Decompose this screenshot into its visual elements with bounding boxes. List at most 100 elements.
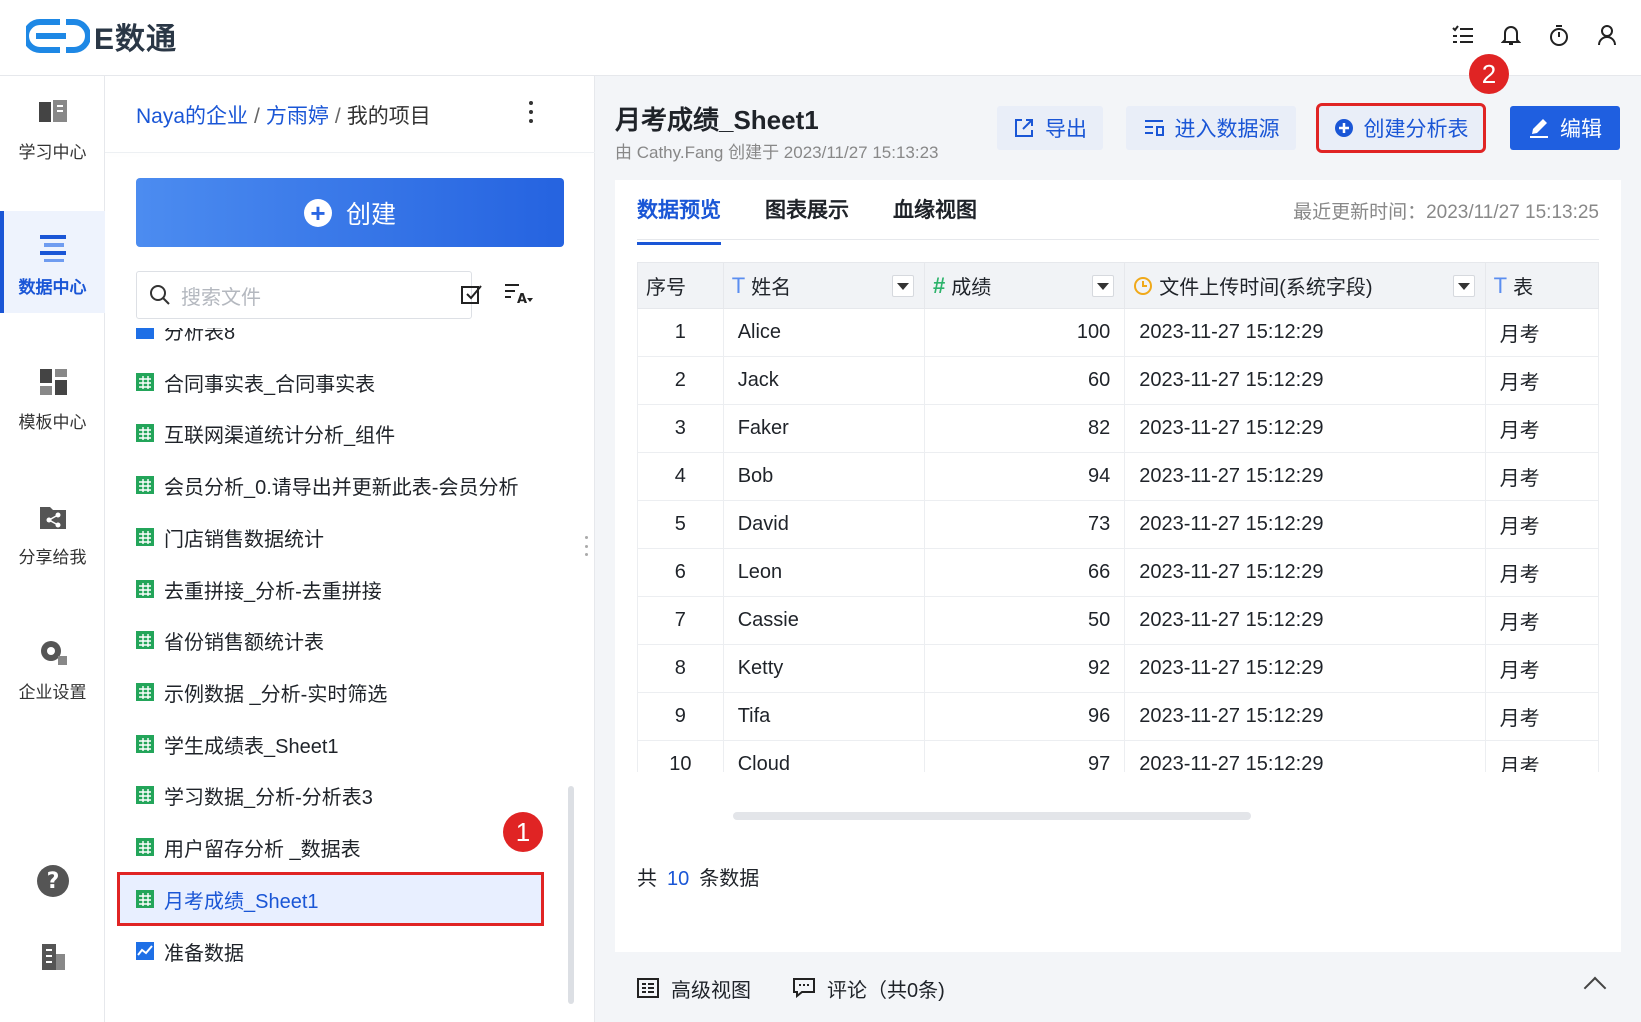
resize-handle[interactable] <box>585 536 589 556</box>
enter-datasource-button[interactable]: 进入数据源 <box>1126 106 1296 150</box>
sort-icon[interactable]: A <box>503 281 533 307</box>
step-badge-1: 1 <box>503 812 543 852</box>
file-item[interactable]: 省份销售额统计表 <box>136 616 324 664</box>
svg-text:A: A <box>517 292 527 307</box>
export-label: 导出 <box>1045 118 1087 141</box>
file-item-selected[interactable]: 月考成绩_Sheet1 <box>117 872 544 926</box>
nav-label: 学习中心 <box>18 143 87 162</box>
nav-enterprise-settings[interactable]: 企业设置 <box>0 616 105 718</box>
svg-text:?: ? <box>46 869 59 894</box>
comment-icon <box>793 978 815 998</box>
nav-template-center[interactable]: 模板中心 <box>0 346 105 448</box>
spreadsheet-icon <box>136 528 154 546</box>
timer-icon[interactable] <box>1547 22 1571 48</box>
file-item[interactable]: 合同事实表_合同事实表 <box>136 358 375 406</box>
tab-data-preview[interactable]: 数据预览 <box>637 194 721 245</box>
export-button[interactable]: 导出 <box>997 106 1103 150</box>
spreadsheet-icon <box>136 735 154 753</box>
building-button[interactable] <box>0 942 105 977</box>
bell-icon[interactable] <box>1499 22 1523 48</box>
spreadsheet-icon <box>136 890 154 908</box>
create-analysis-label: 创建分析表 <box>1363 118 1469 141</box>
file-item[interactable]: 用户留存分析 _数据表 <box>136 823 361 871</box>
edit-button[interactable]: 编辑 <box>1510 106 1620 150</box>
clock-icon <box>1134 276 1153 295</box>
create-analysis-button[interactable]: 创建分析表 <box>1316 103 1486 153</box>
advanced-view-icon <box>637 978 659 998</box>
file-name: 去重拼接_分析-去重拼接 <box>164 580 382 603</box>
search-icon <box>150 285 170 305</box>
more-options-icon[interactable] <box>525 98 537 126</box>
page-subtitle: 由 Cathy.Fang 创建于 2023/11/27 15:13:23 <box>615 143 939 162</box>
top-bar: E数通 <box>0 0 1641 76</box>
text-type-icon: T <box>1493 272 1508 298</box>
footer-bar: 高级视图 评论（共0条) <box>615 954 1621 1022</box>
spreadsheet-icon <box>136 476 154 494</box>
number-type-icon: # <box>933 272 946 298</box>
search-input[interactable]: 搜索文件 <box>136 271 472 319</box>
nav-shared-with-me[interactable]: 分享给我 <box>0 481 105 583</box>
nav-label: 模板中心 <box>18 413 87 432</box>
share-icon <box>39 507 66 529</box>
nav-label: 企业设置 <box>18 683 87 702</box>
add-circle-icon <box>1334 119 1353 137</box>
file-item[interactable]: 示例数据 _分析-实时筛选 <box>136 668 387 716</box>
logo-icon <box>26 19 90 53</box>
file-item[interactable]: 学习数据_分析-分析表3 <box>136 771 373 819</box>
chevron-up-icon[interactable] <box>1583 976 1607 1000</box>
nav-learning-center[interactable]: 学习中心 <box>0 76 105 178</box>
file-name: 学生成绩表_Sheet1 <box>164 735 339 758</box>
file-list: 分析表8 合同事实表_合同事实表 互联网渠道统计分析_组件 会员分析_0.请导出… <box>105 328 575 1022</box>
file-item[interactable]: 分析表8 <box>136 328 235 354</box>
dropdown-icon[interactable] <box>1452 275 1475 297</box>
left-nav: 学习中心 数据中心 模板中心 分享给我 企业设置 ? <box>0 76 105 1022</box>
table-row: 3 Faker 82 2023-11-27 15:12:29 月考 <box>637 404 1599 453</box>
file-list-scrollbar[interactable] <box>568 786 574 1004</box>
file-name: 用户留存分析 _数据表 <box>164 838 361 861</box>
main-content: 月考成绩_Sheet1 由 Cathy.Fang 创建于 2023/11/27 … <box>595 54 1641 1022</box>
search-placeholder: 搜索文件 <box>181 286 261 309</box>
advanced-view-button[interactable]: 高级视图 <box>637 974 751 1003</box>
file-item[interactable]: 门店销售数据统计 <box>136 513 324 561</box>
file-name: 门店销售数据统计 <box>164 528 324 551</box>
table-row: 4 Bob 94 2023-11-27 15:12:29 月考 <box>637 452 1599 501</box>
book-icon <box>38 100 67 122</box>
logo[interactable]: E数通 <box>26 14 177 58</box>
breadcrumb: Naya的企业 / 方雨婷 / 我的项目 <box>136 100 431 130</box>
table-horizontal-scrollbar[interactable] <box>733 812 1251 820</box>
file-name: 学习数据_分析-分析表3 <box>164 786 373 809</box>
batch-select-icon[interactable] <box>459 281 485 307</box>
col-header-upload-time[interactable]: 文件上传时间(系统字段) <box>1124 262 1486 309</box>
breadcrumb-enterprise[interactable]: Naya的企业 <box>136 105 248 128</box>
table-row: 10 Cloud 97 2023-11-27 15:12:29 月考 <box>637 740 1599 772</box>
col-header-score[interactable]: # 成绩 <box>923 262 1126 309</box>
datasource-icon <box>1144 120 1164 136</box>
table-row: 8 Ketty 92 2023-11-27 15:12:29 月考 <box>637 644 1599 693</box>
file-item[interactable]: 准备数据 <box>136 927 244 975</box>
breadcrumb-user[interactable]: 方雨婷 <box>266 105 329 128</box>
help-button[interactable]: ? <box>0 864 105 903</box>
create-button[interactable]: + 创建 <box>136 178 564 247</box>
task-list-icon[interactable] <box>1451 22 1475 48</box>
file-item[interactable]: 会员分析_0.请导出并更新此表-会员分析 <box>136 461 518 509</box>
edit-label: 编辑 <box>1560 118 1602 141</box>
file-item[interactable]: 去重拼接_分析-去重拼接 <box>136 565 382 613</box>
file-name: 示例数据 _分析-实时筛选 <box>164 683 388 706</box>
spreadsheet-icon <box>136 373 154 391</box>
dropdown-icon[interactable] <box>1092 275 1115 297</box>
comments-button[interactable]: 评论（共0条) <box>793 974 945 1003</box>
dropdown-icon[interactable] <box>892 275 914 297</box>
text-type-icon: T <box>731 272 746 298</box>
nav-data-center[interactable]: 数据中心 <box>0 211 105 313</box>
tab-chart-display[interactable]: 图表展示 <box>765 194 849 245</box>
tab-lineage-view[interactable]: 血缘视图 <box>893 194 977 245</box>
file-name: 准备数据 <box>164 942 244 965</box>
edit-icon <box>1530 119 1548 138</box>
col-header-index: 序号 <box>637 262 724 309</box>
row-count: 共 10 条数据 <box>637 868 760 890</box>
user-icon[interactable] <box>1595 22 1619 48</box>
file-item[interactable]: 学生成绩表_Sheet1 <box>136 720 339 768</box>
col-header-table[interactable]: T表 <box>1484 262 1599 309</box>
col-header-name[interactable]: T 姓名 <box>722 262 926 309</box>
file-item[interactable]: 互联网渠道统计分析_组件 <box>136 409 395 457</box>
